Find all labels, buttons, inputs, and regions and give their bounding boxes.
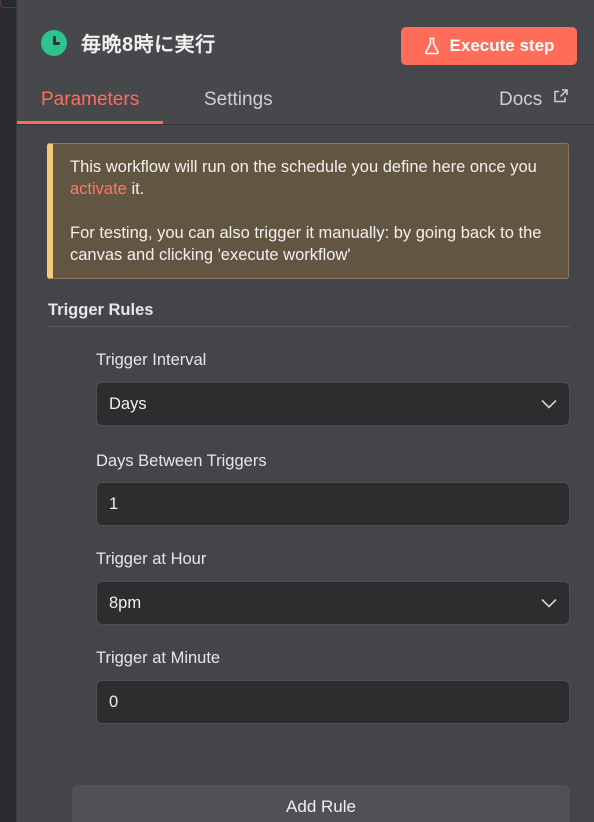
days-between-input[interactable]: 1 [96,482,570,526]
notice-text-end: it. [126,180,145,198]
tab-settings[interactable]: Settings [204,86,273,124]
days-between-value: 1 [109,494,119,513]
notice-line-2: For testing, you can also trigger it man… [70,224,542,264]
trigger-minute-label: Trigger at Minute [96,649,221,667]
schedule-notice: This workflow will run on the schedule y… [47,143,569,279]
tab-parameters[interactable]: Parameters [17,86,164,124]
notice-line-1: This workflow will run on the schedule y… [70,156,552,200]
trigger-minute-input[interactable]: 0 [96,680,570,724]
chevron-down-icon [541,598,557,608]
days-between-label: Days Between Triggers [96,452,267,470]
panel-header: 毎晩8時に実行 Execute step Parameters Settings… [17,0,594,125]
node-details-panel: 毎晩8時に実行 Execute step Parameters Settings… [16,0,594,822]
chevron-down-icon [541,399,557,409]
notice-text: This workflow will run on the schedule y… [70,158,537,176]
tab-docs[interactable]: Docs [499,86,568,124]
canvas-background [0,0,32,822]
trigger-hour-value: 8pm [109,593,142,612]
trigger-hour-label: Trigger at Hour [96,550,207,568]
external-link-icon [553,89,568,103]
docs-label: Docs [499,89,543,110]
execute-step-label: Execute step [449,36,555,55]
clock-icon [41,29,67,56]
node-title[interactable]: 毎晩8時に実行 [81,28,216,57]
trigger-hour-select[interactable]: 8pm [96,581,570,625]
section-divider [48,326,570,327]
trigger-interval-value: Days [109,394,147,413]
flask-icon [424,37,439,55]
activate-link[interactable]: activate [70,180,127,198]
parameters-body: This workflow will run on the schedule y… [17,125,594,822]
add-rule-button[interactable]: Add Rule [72,785,570,822]
add-rule-label: Add Rule [286,797,356,816]
panel-tabs: Parameters Settings Docs [17,86,594,124]
trigger-minute-value: 0 [109,692,119,711]
trigger-rules-heading: Trigger Rules [48,301,154,319]
execute-step-button[interactable]: Execute step [401,27,577,65]
trigger-interval-select[interactable]: Days [96,382,570,426]
title-row: 毎晩8時に実行 [41,28,216,57]
trigger-interval-label: Trigger Interval [96,351,207,369]
